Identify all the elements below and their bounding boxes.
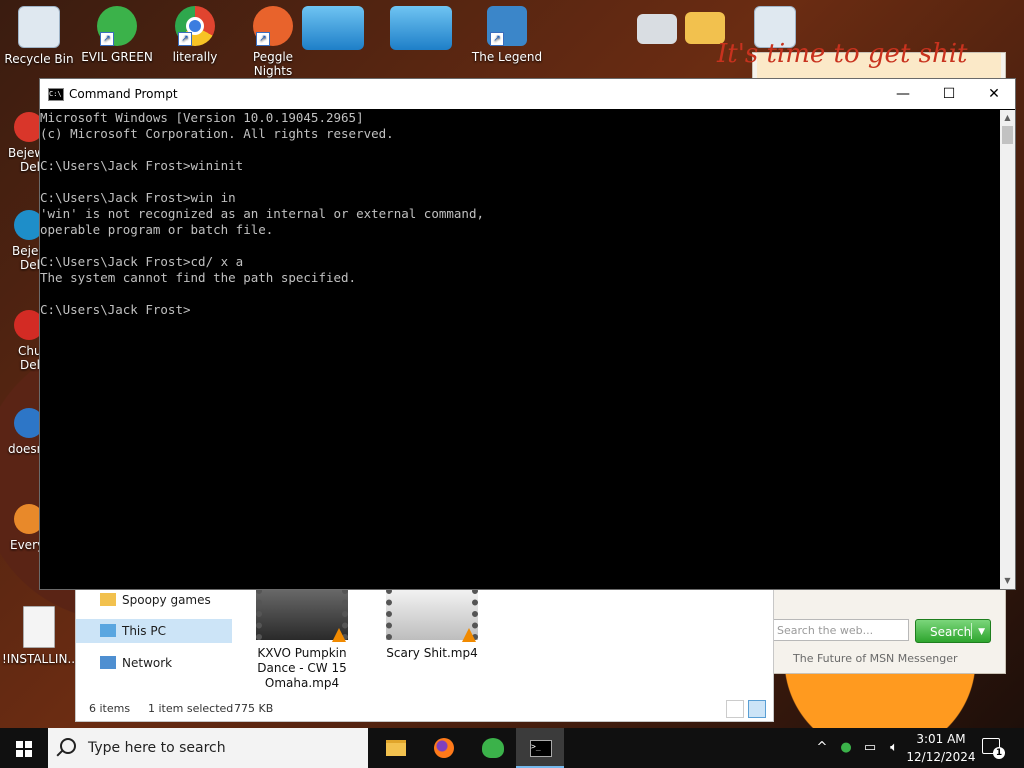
desktop: Recycle Bin ↗ EVIL GREEN ↗ literally ↗ P… [0,0,1024,728]
desktop-icon-doesn[interactable]: doesn [0,408,44,456]
large-icons-view-icon[interactable] [748,700,766,718]
desktop-icon-label: Every [10,538,42,552]
file-item[interactable]: Scary Shit.mp4 [382,588,482,661]
start-button[interactable] [0,728,48,768]
notification-center-icon[interactable]: 1 [982,738,1005,759]
maximize-button[interactable]: ☐ [926,79,972,109]
document-icon [23,606,55,648]
search-icon [60,738,76,754]
desktop-icon-literally[interactable]: ↗ literally [158,0,232,64]
scrollbar-thumb[interactable] [1002,126,1013,144]
clock[interactable]: 3:01 AM 12/12/2024 [906,730,976,766]
scroll-up-icon[interactable]: ▲ [1000,110,1015,126]
chrome-icon: ↗ [175,6,215,46]
vlc-video-icon [256,588,348,642]
chevron-down-icon[interactable]: ▼ [978,620,985,644]
clock-time: 3:01 AM [916,732,966,746]
msn-messenger-icon [482,738,504,758]
desktop-icon-label: The Legend [471,50,543,64]
close-button[interactable]: ✕ [971,79,1017,109]
msn-search-input[interactable]: Search the web... [773,619,909,641]
file-item[interactable]: KXVO Pumpkin Dance - CW 15 Omaha.mp4 [252,588,352,691]
desktop-icon-label: doesn [8,442,40,456]
command-prompt-window[interactable]: C:\ Command Prompt — ☐ ✕ Microsoft Windo… [39,78,1016,590]
nav-item-label: This PC [122,624,166,638]
status-bar: 6 items 1 item selected 775 KB [76,698,773,720]
file-name: Scary Shit.mp4 [386,646,478,660]
desktop-icon-recycle-bin[interactable]: Recycle Bin [2,0,76,66]
vlc-video-icon [386,588,478,642]
desktop-icon-label: Bejew [8,146,40,160]
nav-item-label: Spoopy games [122,593,211,607]
desktop-icon-monitor-b[interactable] [384,0,458,54]
nav-item-network[interactable]: Network [76,651,234,675]
msn-buddy-icon: ↗ [97,6,137,46]
divider [971,623,972,639]
navigation-pane: Spoopy games This PC Network [76,586,234,694]
status-item-count: 6 items [89,702,131,715]
desktop-icon-every[interactable]: Every [0,504,44,552]
status-size: 775 KB [234,702,274,715]
taskbar-app-file-explorer[interactable] [372,728,420,768]
nav-item-spoopy-games[interactable]: Spoopy games [76,588,234,612]
vertical-scrollbar[interactable]: ▲ ▼ [1000,110,1015,589]
desktop-icon-bejeweled-2[interactable]: Bejew Del [0,210,44,272]
msn-footer-text: The Future of MSN Messenger [793,652,958,665]
scroll-down-icon[interactable]: ▼ [1000,573,1015,589]
minimize-button[interactable]: — [880,79,926,109]
nav-item-this-pc[interactable]: This PC [76,619,232,643]
desktop-icon-label: Recycle Bin [4,52,74,66]
monitor-icon [302,6,364,50]
people-icon[interactable]: ● [836,728,856,768]
clock-date: 12/12/2024 [906,750,976,764]
recycle-bin-icon [18,6,60,48]
game-icon: ↗ [487,6,527,46]
status-selected: 1 item selected [148,702,234,715]
desktop-icon-installing[interactable]: !INSTALLIN... [2,600,79,666]
title-bar[interactable]: C:\ Command Prompt — ☐ ✕ [40,79,1015,109]
vlc-cone-icon [332,628,346,642]
folder-icon [100,593,116,606]
volume-icon[interactable]: 🔈︎ [884,728,904,768]
notification-count-badge: 1 [993,747,1005,759]
desktop-icon-label: literally [172,50,218,64]
msn-search-button[interactable]: Search ▼ [915,619,991,643]
desktop-icon-chuzzle[interactable]: Chu Del [0,310,44,372]
desktop-icon-label: EVIL GREEN [81,50,153,64]
file-explorer-window: Spoopy games This PC Network KXVO Pumpki… [75,585,774,722]
desktop-icon-monitor-a[interactable] [296,0,370,54]
desktop-icon-the-legend[interactable]: ↗ The Legend [470,0,544,64]
desktop-icon-evil-green[interactable]: ↗ EVIL GREEN [80,0,154,64]
msn-banner-text: It's time to get shit [717,39,968,69]
peggle-icon: ↗ [253,6,293,46]
msn-banner: It's time to get shit [717,39,1001,81]
network-icon [100,656,116,669]
network-status-icon[interactable]: ▭ [860,728,880,768]
taskbar: Type here to search >_ ^ ● ▭ 🔈︎ 3:01 AM … [0,728,1024,768]
msn-search-button-label: Search [930,625,972,639]
desktop-icon-label: !INSTALLIN... [2,652,79,666]
taskbar-app-firefox[interactable] [420,728,468,768]
file-name: KXVO Pumpkin Dance - CW 15 Omaha.mp4 [257,646,347,690]
taskbar-app-msn-messenger[interactable] [468,728,516,768]
vlc-cone-icon [462,628,476,642]
cmd-icon: >_ [530,740,552,757]
globe-monitor-icon [390,6,452,50]
taskbar-search-box[interactable]: Type here to search [48,728,368,768]
desktop-icon-bejeweled-1[interactable]: Bejew Del [0,112,44,174]
desktop-icon-label: Peggle Nights [252,50,294,78]
window-title: Command Prompt [69,87,178,101]
show-hidden-icons-chevron[interactable]: ^ [812,728,832,768]
desktop-icon-label: Bejew [12,244,44,258]
details-view-icon[interactable] [726,700,744,718]
cmd-icon: C:\ [48,88,64,101]
this-pc-icon [100,624,116,637]
firefox-icon [434,738,454,758]
console-output[interactable]: Microsoft Windows [Version 10.0.19045.29… [40,110,1000,589]
nav-item-label: Network [122,656,173,670]
windows-logo-icon [16,741,32,757]
taskbar-search-placeholder: Type here to search [88,740,226,756]
taskbar-app-command-prompt[interactable]: >_ [516,728,564,768]
file-explorer-icon [386,740,406,756]
